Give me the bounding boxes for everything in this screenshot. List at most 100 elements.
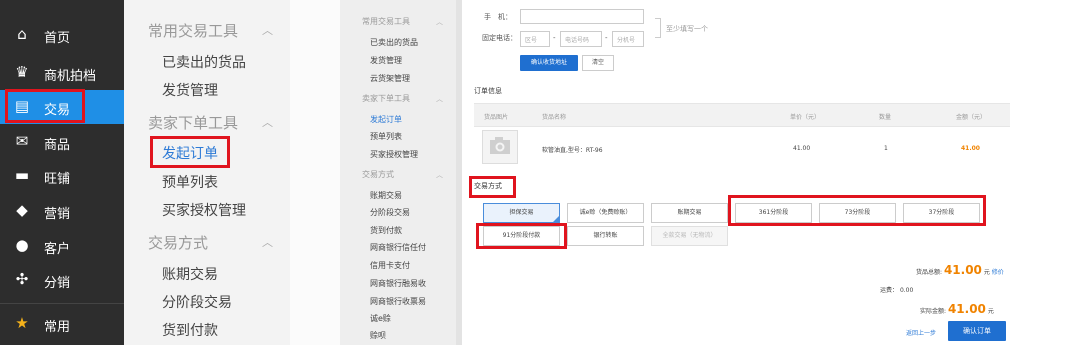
main-nav: ⌂ 首页 ♛ 商机拍档 ▤ 交易 ✉ 商品 ▬ 旺铺 ◆ 营销 ● 客户 ✣ 分… [0, 0, 124, 345]
mobile-label: 手 机： [484, 13, 512, 21]
submenu-item[interactable]: 已卖出的货品 [162, 52, 246, 72]
payment-option-73[interactable]: 73分阶段 [819, 203, 896, 223]
product-thumbnail [482, 130, 518, 164]
nav-item-home[interactable]: ⌂ 首页 [0, 18, 124, 52]
submenu-group-title: 常用交易工具 [362, 17, 410, 26]
back-link[interactable]: 返回上一步 [906, 328, 936, 337]
payment-option-91[interactable]: 91分阶段付款 [483, 226, 560, 246]
clear-button[interactable]: 清空 [582, 55, 614, 71]
nav-item-partner[interactable]: ♛ 商机拍档 [0, 56, 124, 90]
phone-number-input[interactable]: 电话号码 [560, 31, 602, 47]
submenu-item-create-order[interactable]: 发起订单 [162, 143, 218, 163]
submenu-item[interactable]: 预单列表 [370, 131, 402, 142]
chevron-up-icon[interactable]: ︿ [262, 114, 273, 130]
store-icon: ▬ [14, 166, 30, 184]
submenu-item[interactable]: 分阶段交易 [370, 207, 410, 218]
phone-label: 固定电话： [482, 34, 517, 42]
nav-item-customer[interactable]: ● 客户 [0, 229, 124, 263]
star-icon: ★ [15, 314, 29, 332]
contact-hint: 至少填写一个 [666, 25, 708, 33]
submenu-item[interactable]: 网商银行信任付 [370, 242, 426, 253]
submenu-item[interactable]: 分阶段交易 [162, 292, 232, 312]
shipping-label: 运费： [880, 287, 899, 294]
chevron-up-icon[interactable]: ︿ [436, 17, 443, 27]
nav-item-label: 商品 [44, 138, 71, 153]
submenu-item[interactable]: 诚e赊 [370, 313, 391, 324]
bracket [655, 18, 661, 38]
area-code-input[interactable]: 区号 [520, 31, 550, 47]
submenu-group-title: 交易方式 [148, 234, 209, 252]
actual-pay-row: 实际金额: 41.00 元 [920, 302, 994, 316]
nav-item-label: 交易 [44, 103, 71, 118]
submenu-item[interactable]: 账期交易 [370, 190, 402, 201]
clipboard-icon: ▤ [14, 97, 30, 115]
submenu-item[interactable]: 已卖出的货品 [370, 37, 418, 48]
submenu-group-title: 卖家下单工具 [148, 114, 239, 132]
submenu-item[interactable]: 云货架管理 [370, 73, 410, 84]
shipping-row: 运费： 0.00 [880, 285, 913, 294]
total-value: 41.00 [943, 263, 982, 277]
nav-item-store[interactable]: ▬ 旺铺 [0, 159, 124, 193]
submenu-item-create-order[interactable]: 发起订单 [370, 114, 402, 125]
submenu-item[interactable]: 发货管理 [370, 55, 402, 66]
submenu-item[interactable]: 账期交易 [162, 264, 218, 284]
submenu-item[interactable]: 网商银行融易收 [370, 278, 426, 289]
nav-item-label: 客户 [44, 242, 71, 257]
user-icon: ● [15, 236, 29, 254]
tag-icon: ◆ [16, 201, 28, 219]
submenu-item[interactable]: 货到付款 [370, 225, 402, 236]
submenu-item[interactable]: 网商银行收票易 [370, 296, 426, 307]
column-header: 数量 [879, 114, 892, 121]
submenu-group-title: 交易方式 [362, 170, 394, 179]
nav-item-product[interactable]: ✉ 商品 [0, 125, 124, 159]
chevron-up-icon[interactable]: ︿ [262, 22, 273, 38]
payment-section-title: 交易方式 [474, 182, 502, 190]
confirm-order-button[interactable]: 确认订单 [948, 321, 1006, 341]
mail-icon: ✉ [15, 132, 29, 150]
payment-option-escrow[interactable]: 担保交易 [483, 203, 560, 223]
nav-item-trade[interactable]: ▤ 交易 [0, 90, 124, 124]
submenu-item[interactable]: 预单列表 [162, 172, 218, 192]
share-icon: ✣ [15, 270, 29, 288]
nav-item-label: 商机拍档 [44, 69, 97, 84]
chevron-up-icon[interactable]: ︿ [436, 94, 443, 104]
submenu-item[interactable]: 货到付款 [162, 320, 218, 340]
confirm-address-button[interactable]: 确认收货地址 [520, 55, 578, 71]
modify-price-link[interactable]: 修价 [992, 269, 1004, 276]
line-amount: 41.00 [961, 145, 980, 152]
submenu-item[interactable]: 买家授权管理 [370, 149, 418, 160]
actual-pay-value: 41.00 [947, 302, 986, 316]
nav-item-marketing[interactable]: ◆ 营销 [0, 194, 124, 228]
product-name: 软管油直,型号：RT-96 [542, 147, 603, 154]
mobile-input[interactable] [520, 9, 644, 24]
submenu-item[interactable]: 信用卡支付 [370, 260, 410, 271]
nav-divider [0, 303, 124, 304]
separator-dash: - [553, 34, 556, 42]
shipping-value: 0.00 [899, 287, 914, 294]
total-unit: 元 [983, 269, 990, 276]
payment-option-bank-transfer[interactable]: 银行转账 [567, 226, 644, 246]
submenu-group-title: 卖家下单工具 [362, 94, 410, 103]
payment-option-37[interactable]: 37分阶段 [903, 203, 980, 223]
chevron-up-icon[interactable]: ︿ [436, 170, 443, 180]
spacer [290, 0, 340, 345]
submenu-item[interactable]: 赊呗 [370, 330, 386, 341]
nav-item-label: 旺铺 [44, 172, 71, 187]
payment-option-361[interactable]: 361分阶段 [735, 203, 812, 223]
nav-item-distribution[interactable]: ✣ 分销 [0, 263, 124, 297]
submenu-item[interactable]: 发货管理 [162, 80, 218, 100]
submenu-item[interactable]: 买家授权管理 [162, 200, 246, 220]
total-label: 货品总额: [916, 269, 943, 276]
submenu-panel-small: 常用交易工具 ︿ 已卖出的货品 发货管理 云货架管理 卖家下单工具 ︿ 发起订单… [340, 0, 456, 345]
home-icon: ⌂ [17, 25, 27, 43]
extension-input[interactable]: 分机号 [612, 31, 644, 47]
chevron-up-icon[interactable]: ︿ [262, 234, 273, 250]
payment-option-credit[interactable]: 诚e赊（免费赊账） [567, 203, 644, 223]
unit-price: 41.00 [793, 145, 811, 152]
submenu-group-title: 常用交易工具 [148, 22, 239, 40]
nav-item-favorites[interactable]: ★ 常用 [0, 307, 124, 341]
order-table-header: 货品图片 货品名称 单价（元） 数量 金额（元） [474, 103, 1010, 127]
nav-item-label: 常用 [44, 320, 71, 335]
separator-dash: - [605, 34, 608, 42]
payment-option-term[interactable]: 账期交易 [651, 203, 728, 223]
